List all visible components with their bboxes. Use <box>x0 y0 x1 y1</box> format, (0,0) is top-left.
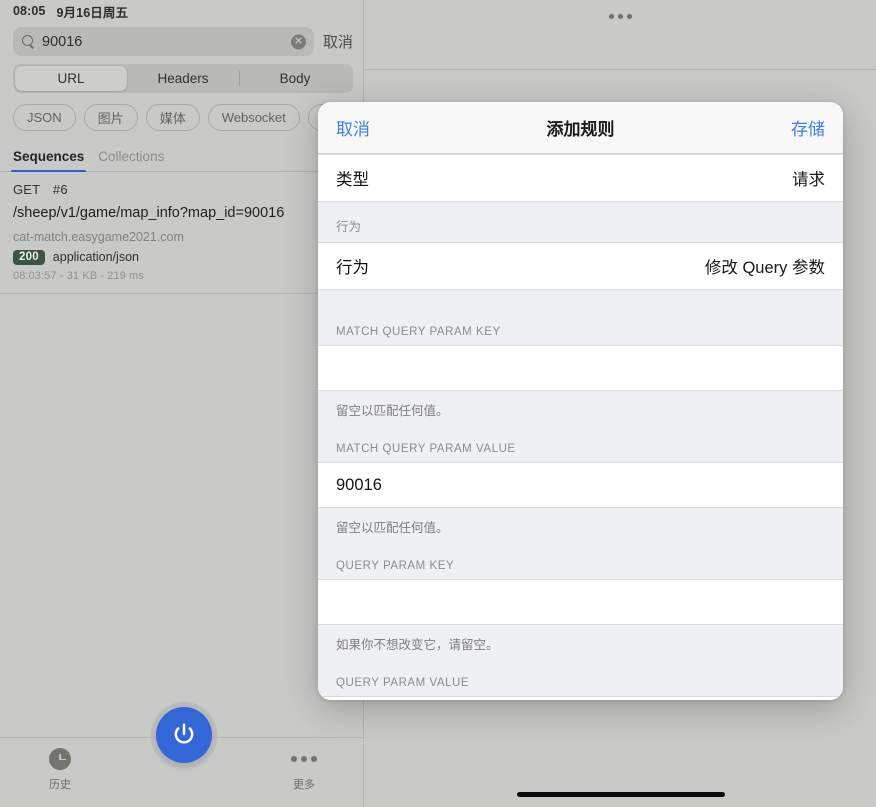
row-type-label: 类型 <box>336 166 369 190</box>
request-number: #6 <box>53 182 68 197</box>
clock-icon <box>49 748 71 770</box>
row-action-label: 行为 <box>336 254 369 278</box>
search-icon <box>22 35 35 48</box>
footnote-match-query-param-value: 留空以匹配任何值。 <box>318 508 843 546</box>
match-query-param-value-input[interactable]: 90016 <box>318 462 843 508</box>
segment-headers[interactable]: Headers <box>127 66 239 91</box>
modal-header: 取消 添加规则 存储 <box>318 102 843 154</box>
tab-sequences[interactable]: Sequences <box>13 149 84 171</box>
request-path: /sheep/v1/game/map_info?map_id=90016 <box>13 205 350 222</box>
search-input[interactable]: 90016 ✕ <box>13 27 314 56</box>
section-action-label: 行为 <box>318 202 843 242</box>
search-row: 90016 ✕ 取消 <box>0 22 363 61</box>
request-meta: 08:03:57 - 31 KB - 219 ms <box>13 270 350 282</box>
clear-circle-icon[interactable]: ✕ <box>291 34 306 49</box>
segment-body[interactable]: Body <box>239 66 351 91</box>
section-query-param-key: QUERY PARAM KEY <box>318 546 843 579</box>
bottom-item-more[interactable]: 更多 <box>244 748 364 792</box>
modal-cancel-button[interactable]: 取消 <box>336 115 370 140</box>
request-status-row: 200 application/json <box>13 250 350 266</box>
list-tabs: Sequences Collections <box>0 138 363 172</box>
row-action[interactable]: 行为 修改 Query 参数 <box>318 242 843 290</box>
filter-chip-media[interactable]: 媒体 <box>146 104 200 131</box>
status-bar-time: 08:05 <box>13 4 45 18</box>
right-pane-header <box>365 0 876 70</box>
request-content-type: application/json <box>53 250 139 264</box>
add-rule-modal: 取消 添加规则 存储 类型 请求 行为 行为 修改 Query 参数 MATCH… <box>318 102 843 700</box>
row-type[interactable]: 类型 请求 <box>318 154 843 202</box>
row-type-value: 请求 <box>792 166 825 190</box>
filter-chips-row: JSON 图片 媒体 Websocket HT <box>0 99 363 138</box>
left-master-pane: 08:05 9月16日周五 90016 ✕ 取消 URL Headers Bod… <box>0 0 364 807</box>
segmented-control: URL Headers Body <box>13 64 353 93</box>
bottom-item-history[interactable]: 历史 <box>0 748 120 792</box>
filter-chip-websocket[interactable]: Websocket <box>208 104 300 131</box>
filter-chip-json[interactable]: JSON <box>13 104 76 131</box>
status-badge: 200 <box>13 250 45 266</box>
footnote-query-param-key: 如果你不想改变它，请留空。 <box>318 625 843 663</box>
match-query-param-key-input[interactable] <box>318 345 843 391</box>
section-match-query-param-value: MATCH QUERY PARAM VALUE <box>318 429 843 462</box>
request-method-row: GET #6 <box>13 182 350 197</box>
modal-save-button[interactable]: 存储 <box>791 115 825 140</box>
bottom-item-more-label: 更多 <box>293 776 315 792</box>
row-action-value: 修改 Query 参数 <box>705 254 825 278</box>
section-match-query-param-key: MATCH QUERY PARAM KEY <box>318 312 843 345</box>
segment-url[interactable]: URL <box>15 66 127 91</box>
modal-title: 添加规则 <box>547 115 615 140</box>
ellipsis-icon[interactable] <box>609 5 632 27</box>
ellipsis-icon <box>291 748 317 770</box>
status-bar-date: 9月16日周五 <box>56 2 128 21</box>
request-list: GET #6 /sheep/v1/game/map_info?map_id=90… <box>0 172 363 294</box>
request-list-item[interactable]: GET #6 /sheep/v1/game/map_info?map_id=90… <box>0 172 363 294</box>
screen-root: 08:05 9月16日周五 90016 ✕ 取消 URL Headers Bod… <box>0 0 876 807</box>
footnote-match-query-param-key: 留空以匹配任何值。 <box>318 391 843 429</box>
section-query-param-value: QUERY PARAM VALUE <box>318 663 843 696</box>
search-input-value: 90016 <box>42 34 82 50</box>
request-host: cat-match.easygame2021.com <box>13 230 350 244</box>
tab-collections[interactable]: Collections <box>98 149 164 171</box>
power-icon <box>170 721 198 749</box>
search-cancel-button[interactable]: 取消 <box>323 31 353 52</box>
home-indicator <box>517 792 725 797</box>
query-param-key-input[interactable] <box>318 579 843 625</box>
power-button[interactable] <box>156 707 212 763</box>
query-param-value-input[interactable]: 80001 <box>318 696 843 700</box>
status-bar: 08:05 9月16日周五 <box>0 0 363 22</box>
section-gap <box>318 290 843 312</box>
bottom-item-history-label: 历史 <box>49 776 71 792</box>
request-method: GET <box>13 182 40 197</box>
filter-chip-image[interactable]: 图片 <box>84 104 138 131</box>
